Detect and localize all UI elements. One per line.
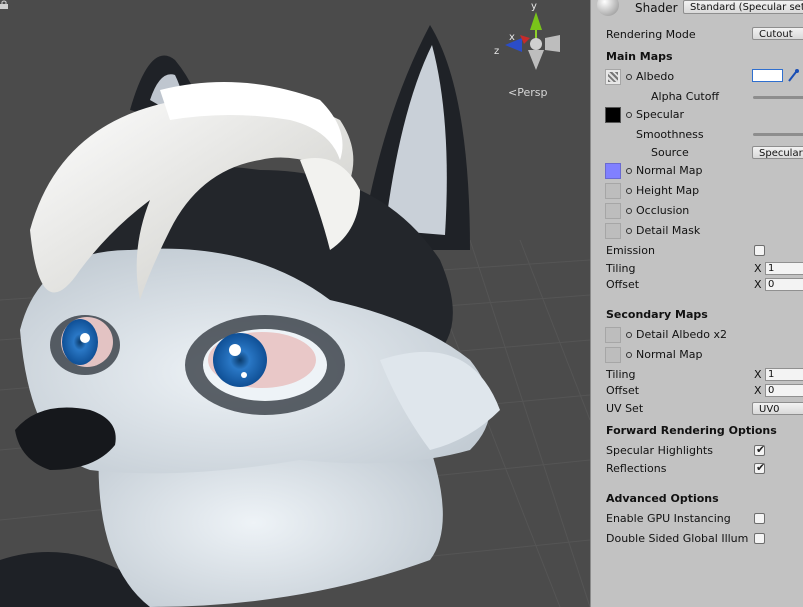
specular-highlights-label: Specular Highlights [606, 444, 713, 457]
eyedropper-icon[interactable] [787, 68, 800, 83]
advanced-options-header: Advanced Options [606, 492, 719, 505]
gizmo-z-label: z [494, 46, 499, 57]
rendering-mode-dropdown[interactable]: Cutout [752, 27, 803, 40]
shader-label: Shader [635, 1, 678, 15]
secondary-tiling-x-label: X [754, 368, 762, 381]
checkmark-icon: ✔ [756, 443, 766, 456]
specular-picker-dot[interactable] [626, 112, 632, 118]
occlusion-picker-dot[interactable] [626, 208, 632, 214]
double-sided-gi-checkbox[interactable] [754, 533, 765, 544]
offset-x-field[interactable]: 0 [765, 278, 803, 291]
secondary-normal-map-picker-dot[interactable] [626, 352, 632, 358]
scene-render: y x z [0, 1, 590, 607]
specular-color-swatch[interactable] [605, 107, 621, 123]
uv-set-label: UV Set [606, 402, 644, 415]
inspector-panel: Shader Standard (Specular set Rendering … [590, 0, 803, 607]
lock-icon[interactable] [0, 0, 8, 9]
detail-albedo-label: Detail Albedo x2 [636, 328, 727, 341]
detail-albedo-slot[interactable] [605, 327, 621, 343]
normal-map-label: Normal Map [636, 164, 703, 177]
secondary-offset-label: Offset [606, 384, 640, 397]
tiling-x-field[interactable]: 1 [765, 262, 803, 275]
uv-set-dropdown[interactable]: UV0 [752, 402, 803, 415]
gpu-instancing-label: Enable GPU Instancing [606, 512, 731, 525]
normal-map-swatch[interactable] [605, 163, 621, 179]
albedo-picker-dot[interactable] [626, 74, 632, 80]
secondary-maps-header: Secondary Maps [606, 308, 708, 321]
emission-label: Emission [606, 244, 655, 257]
alpha-cutoff-label: Alpha Cutoff [651, 90, 720, 103]
material-icon [597, 0, 619, 16]
secondary-tiling-x-field[interactable]: 1 [765, 368, 803, 381]
offset-label: Offset [606, 278, 640, 291]
secondary-offset-x-label: X [754, 384, 762, 397]
projection-label[interactable]: <Persp [508, 86, 547, 99]
double-sided-gi-label: Double Sided Global Illum [606, 532, 749, 545]
albedo-color-swatch[interactable] [752, 69, 783, 82]
smoothness-label: Smoothness [636, 128, 704, 141]
gpu-instancing-checkbox[interactable] [754, 513, 765, 524]
reflections-checkbox[interactable]: ✔ [754, 461, 766, 474]
secondary-normal-map-label: Normal Map [636, 348, 703, 361]
secondary-offset-x-field[interactable]: 0 [765, 384, 803, 397]
rendering-mode-label: Rendering Mode [606, 28, 696, 41]
forward-rendering-header: Forward Rendering Options [606, 424, 777, 437]
texture-thumbnail-icon [608, 72, 618, 82]
source-label: Source [651, 146, 689, 159]
gizmo-y-label: y [531, 1, 537, 12]
detail-albedo-picker-dot[interactable] [626, 332, 632, 338]
smoothness-slider[interactable] [753, 133, 803, 136]
specular-highlights-checkbox[interactable]: ✔ [754, 443, 766, 456]
tiling-x-label: X [754, 262, 762, 275]
secondary-normal-map-slot[interactable] [605, 347, 621, 363]
specular-label: Specular [636, 108, 685, 121]
checkmark-icon: ✔ [756, 461, 766, 474]
albedo-texture-slot[interactable] [605, 69, 621, 85]
gizmo-x-label: x [509, 32, 515, 43]
secondary-tiling-label: Tiling [606, 368, 636, 381]
scene-view[interactable]: y x z <Persp [0, 0, 590, 607]
occlusion-slot[interactable] [605, 203, 621, 219]
occlusion-label: Occlusion [636, 204, 690, 217]
shader-dropdown[interactable]: Standard (Specular set [683, 0, 803, 14]
source-dropdown[interactable]: Specular [752, 146, 803, 159]
normal-map-picker-dot[interactable] [626, 168, 632, 174]
offset-x-label: X [754, 278, 762, 291]
height-map-picker-dot[interactable] [626, 188, 632, 194]
tiling-label: Tiling [606, 262, 636, 275]
detail-mask-picker-dot[interactable] [626, 228, 632, 234]
emission-checkbox[interactable] [754, 245, 765, 256]
height-map-slot[interactable] [605, 183, 621, 199]
detail-mask-label: Detail Mask [636, 224, 701, 237]
detail-mask-slot[interactable] [605, 223, 621, 239]
alpha-cutoff-slider[interactable] [753, 96, 803, 99]
main-maps-header: Main Maps [606, 50, 673, 63]
height-map-label: Height Map [636, 184, 700, 197]
reflections-label: Reflections [606, 462, 667, 475]
albedo-label: Albedo [636, 70, 675, 83]
